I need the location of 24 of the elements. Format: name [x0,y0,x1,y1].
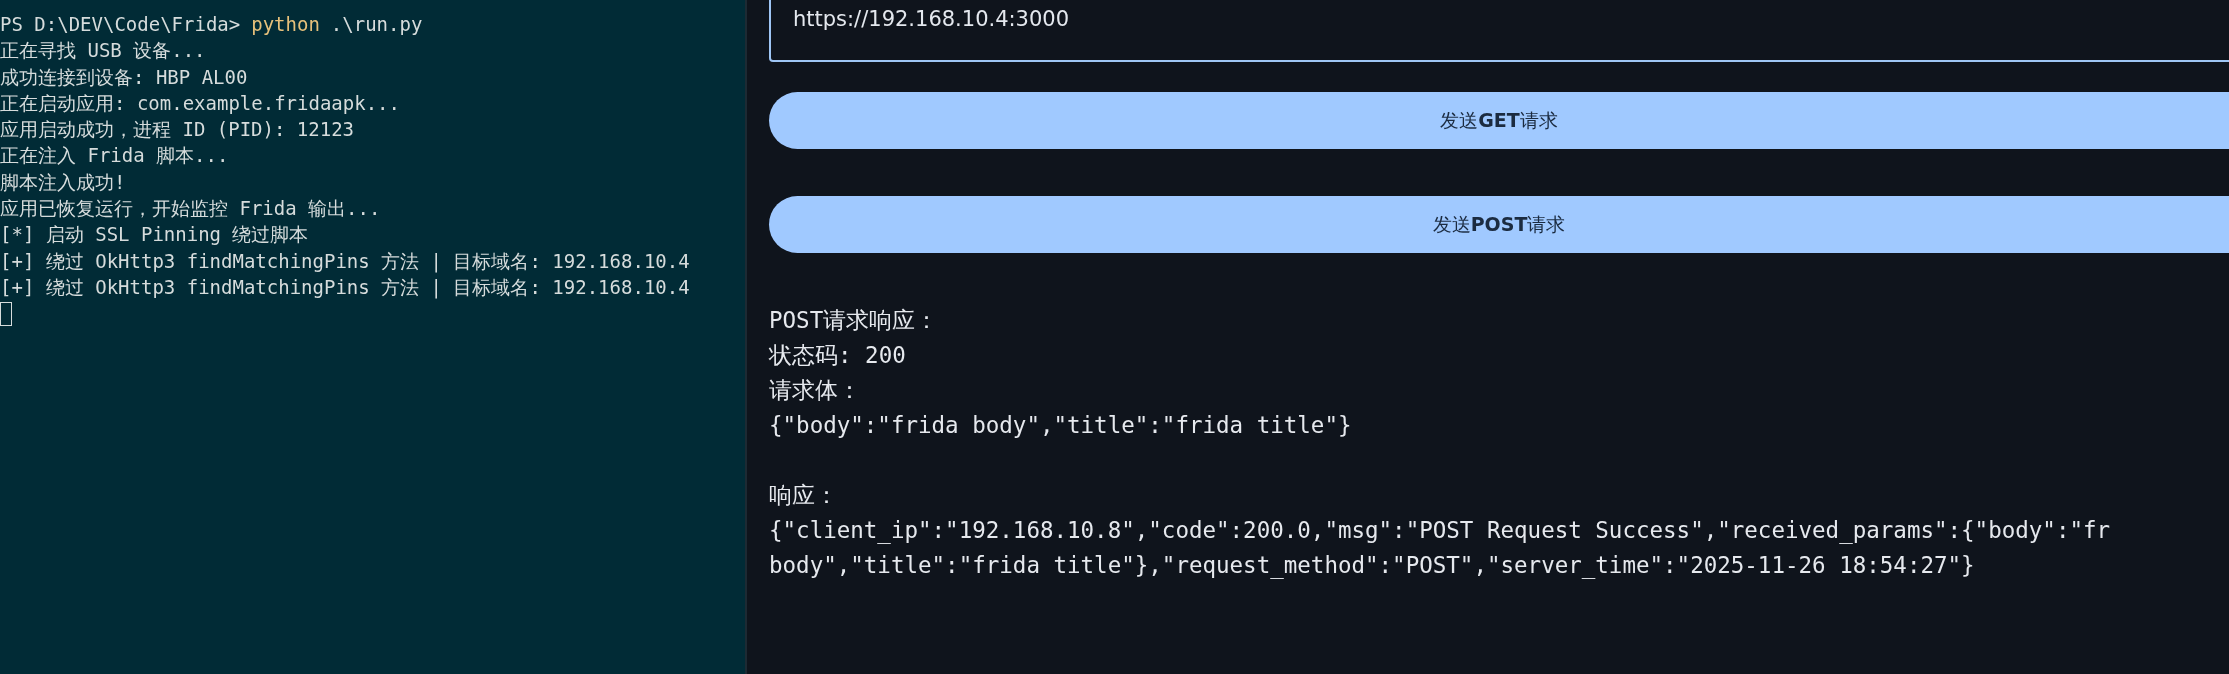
terminal-output-line: 应用已恢复运行，开始监控 Frida 输出... [0,196,381,222]
command-argument: .\run.py [330,12,423,37]
response-text-line: 响应： [769,481,839,510]
response-text-line: {"body":"frida body","title":"frida title"} [769,411,1353,440]
response-text-line: 状态码: 200 [769,341,907,370]
shell-prompt: PS D:\DEV\Code\Frida> [0,12,241,37]
command-name: python [251,12,320,37]
response-text-line: {"client_ip":"192.168.10.8","code":200.0,"msg":"POST Request Success","received_params":{"body":"fr [769,516,2112,546]
terminal-output-line: [+] 绕过 OkHttp3 findMatchingPins 方法 | 目标域名: 192.168.10.4 [0,248,690,274]
cursor-icon [0,302,12,327]
send-request-button[interactable]: 发送POST请求 [769,196,2229,253]
terminal-output-line: [+] 绕过 OkHttp3 findMatchingPins 方法 | 目标域名: 192.168.10.4 [0,274,690,301]
terminal-output-line: 成功连接到设备: HBP AL00 [0,64,248,90]
terminal-output-line: 正在注入 Frida 脚本... [0,143,229,169]
terminal-output-line: [*] 启动 SSL Pinning 绕过脚本 [0,222,309,248]
terminal-output-line: 正在启动应用: com.example.fridaapk... [0,90,400,116]
terminal-output-line: 正在寻找 USB 设备... [0,38,206,64]
response-text-line: body","title":"frida title"},"request_method":"POST","server_time":"2025-11-26 18:54:27"} [769,551,1976,581]
send-request-button[interactable]: 发送GET请求 [769,92,2229,149]
terminal-output-line: 脚本注入成功! [0,169,126,195]
response-text-line: POST请求响应： [769,306,940,335]
response-text-line: 请求体： [769,376,862,405]
url-field[interactable]: https://192.168.10.4:3000 [769,0,2229,62]
terminal-output-line: 应用启动成功，进程 ID (PID): 12123 [0,117,355,143]
